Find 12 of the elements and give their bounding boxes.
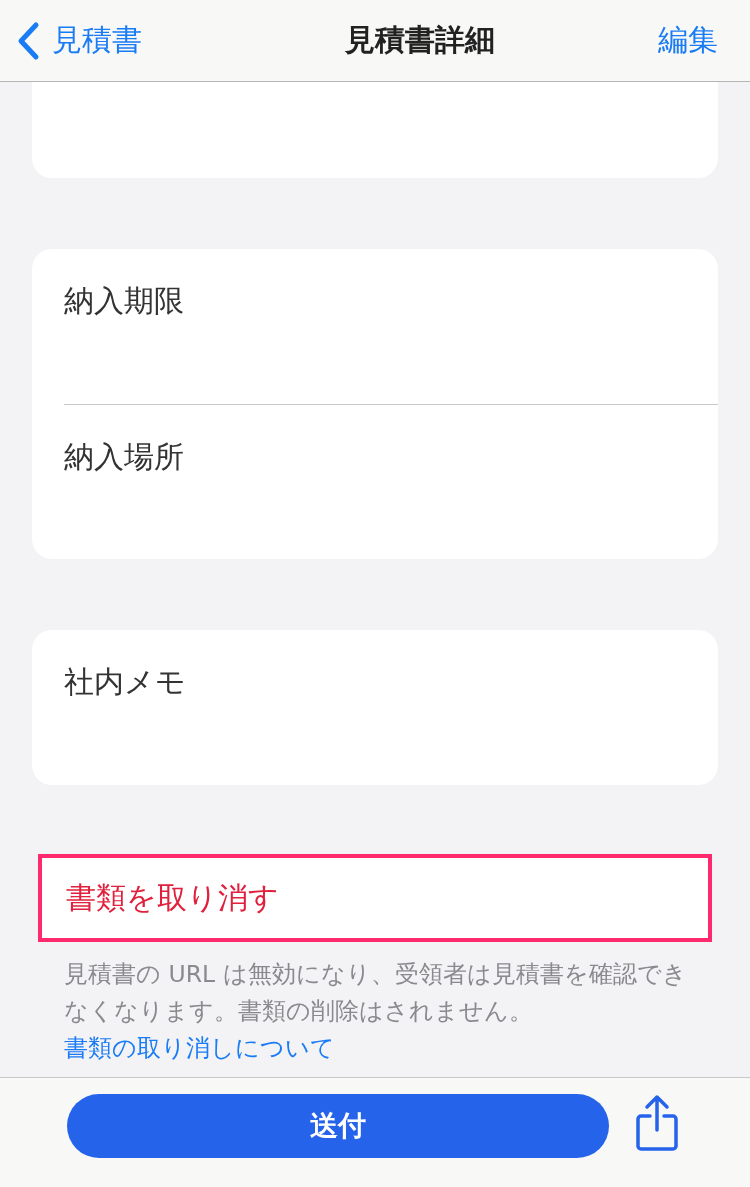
share-icon[interactable] (635, 1094, 679, 1152)
help-link[interactable]: 書類の取り消しについて (64, 1034, 335, 1062)
cancel-note: 見積書の URL は無効になり、受領者は見積書を確認できなくなります。書類の削除はされません。 書類の取り消しについて (63, 959, 688, 1064)
navigation-title: 見積書詳細 (345, 21, 495, 59)
field-label: 納入期限 (64, 283, 184, 318)
edit-button[interactable]: 編集 (658, 20, 718, 61)
back-button[interactable]: 見積書 (16, 20, 142, 61)
field-label: 社内メモ (64, 664, 186, 699)
back-chevron-icon (16, 20, 40, 61)
field-label: 納入場所 (64, 439, 184, 474)
send-button[interactable]: 送付 (67, 1094, 609, 1158)
cancel-document-button[interactable]: 書類を取り消す (38, 854, 712, 942)
